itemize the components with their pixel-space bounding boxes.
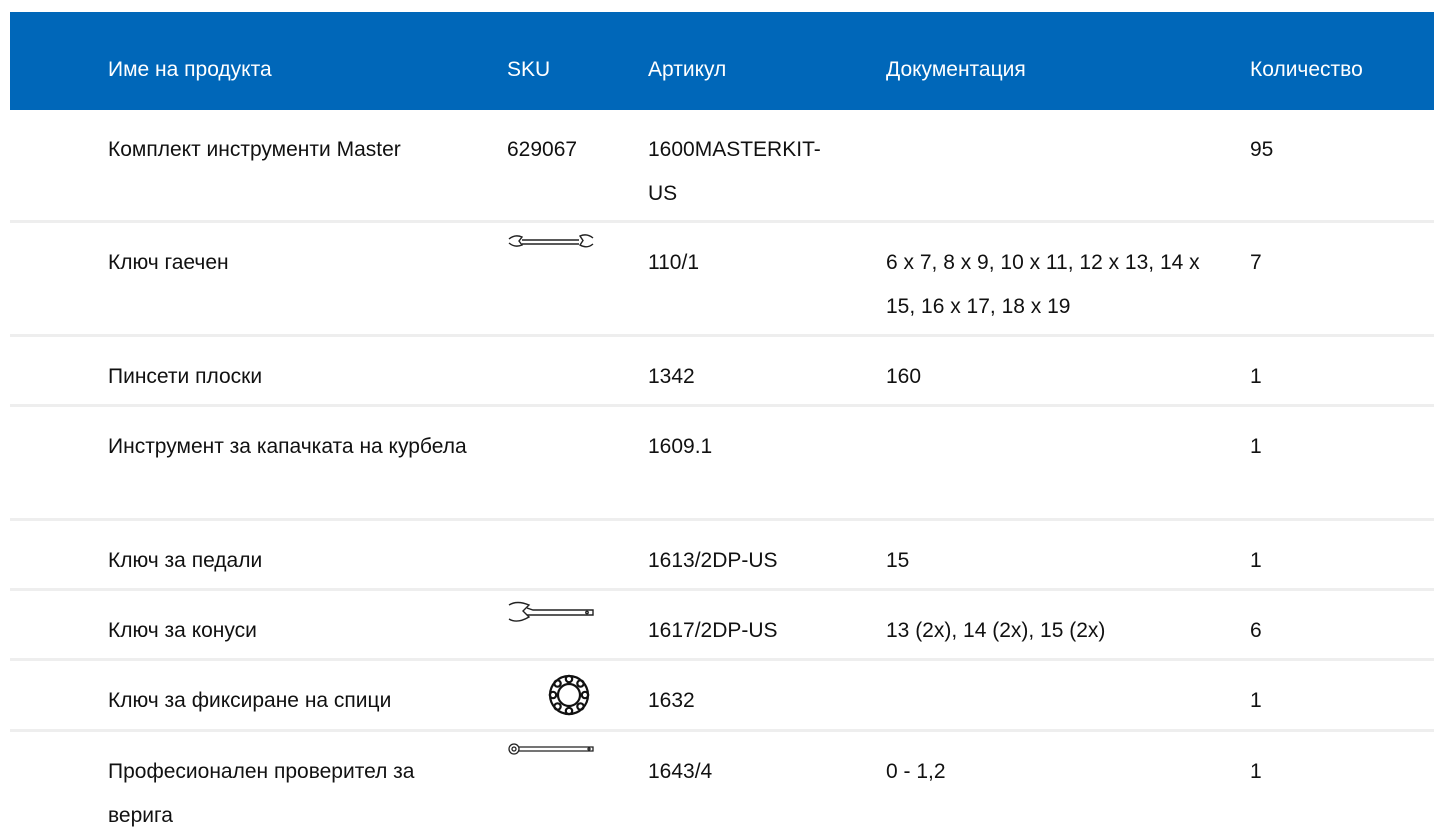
product-docs: 160 [886, 365, 922, 388]
cone-wrench-icon [507, 601, 595, 627]
table-row: Пинсети плоски 1342 160 1 [10, 337, 1434, 407]
product-article: 110/1 [648, 251, 699, 274]
product-qty: 1 [1250, 435, 1262, 458]
product-name: Комплект инструменти Master [108, 138, 401, 161]
product-name: Професионален проверител за верига [108, 760, 415, 827]
product-table: Име на продукта SKU Артикул Документация… [10, 12, 1434, 832]
product-qty: 6 [1250, 619, 1262, 642]
product-article: 1632 [648, 689, 695, 712]
product-qty: 7 [1250, 251, 1262, 274]
product-article: 1609.1 [648, 435, 713, 458]
product-name: Ключ за фиксиране на спици [108, 689, 392, 712]
table-header: Име на продукта SKU Артикул Документация… [10, 12, 1434, 110]
product-qty: 1 [1250, 549, 1262, 572]
product-article: 1342 [648, 365, 695, 388]
table-row: Ключ за педали 1613/2DP-US 15 1 [10, 521, 1434, 591]
product-docs: 15 [886, 549, 910, 572]
product-name: Ключ гаечен [108, 251, 229, 274]
open-end-wrench-icon [507, 233, 595, 253]
header-product-name[interactable]: Име на продукта [108, 58, 272, 82]
header-quantity[interactable]: Количество [1250, 58, 1363, 82]
product-name: Инструмент за капачката на курбела [108, 435, 467, 458]
product-name: Ключ за конуси [108, 619, 257, 642]
product-docs: 0 - 1,2 [886, 760, 946, 783]
table-row: Професионален проверител за верига 1643/… [10, 732, 1434, 832]
product-docs: 6 x 7, 8 x 9, 10 x 11, 12 x 13, 14 x 15,… [886, 251, 1200, 318]
product-qty: 1 [1250, 689, 1262, 712]
header-sku[interactable]: SKU [507, 58, 550, 82]
product-qty: 95 [1250, 138, 1274, 161]
table-row: Комплект инструменти Master 629067 1600M… [10, 110, 1434, 223]
product-qty: 1 [1250, 365, 1262, 388]
table-row: Ключ за фиксиране на спици 1632 1 [10, 661, 1434, 732]
product-article: 1643/4 [648, 760, 713, 783]
product-name: Пинсети плоски [108, 365, 263, 388]
header-article[interactable]: Артикул [648, 58, 726, 82]
product-article: 1617/2DP-US [648, 619, 778, 642]
table-row: Инструмент за капачката на курбела 1609.… [10, 407, 1434, 521]
table-row: Ключ за конуси 1617/2DP-US 13 (2x), 14 (… [10, 591, 1434, 661]
header-documentation[interactable]: Документация [886, 58, 1026, 82]
product-docs: 13 (2x), 14 (2x), 15 (2x) [886, 619, 1106, 642]
spoke-lock-key-icon [545, 671, 593, 719]
product-article: 1600MASTERKIT-US [648, 138, 821, 205]
product-article: 1613/2DP-US [648, 549, 778, 572]
product-name: Ключ за педали [108, 549, 263, 572]
chain-checker-icon [507, 742, 595, 756]
product-qty: 1 [1250, 760, 1262, 783]
table-row: Ключ гаечен 110/1 6 x 7, 8 x 9, 10 x 11,… [10, 223, 1434, 337]
product-sku: 629067 [507, 138, 578, 161]
